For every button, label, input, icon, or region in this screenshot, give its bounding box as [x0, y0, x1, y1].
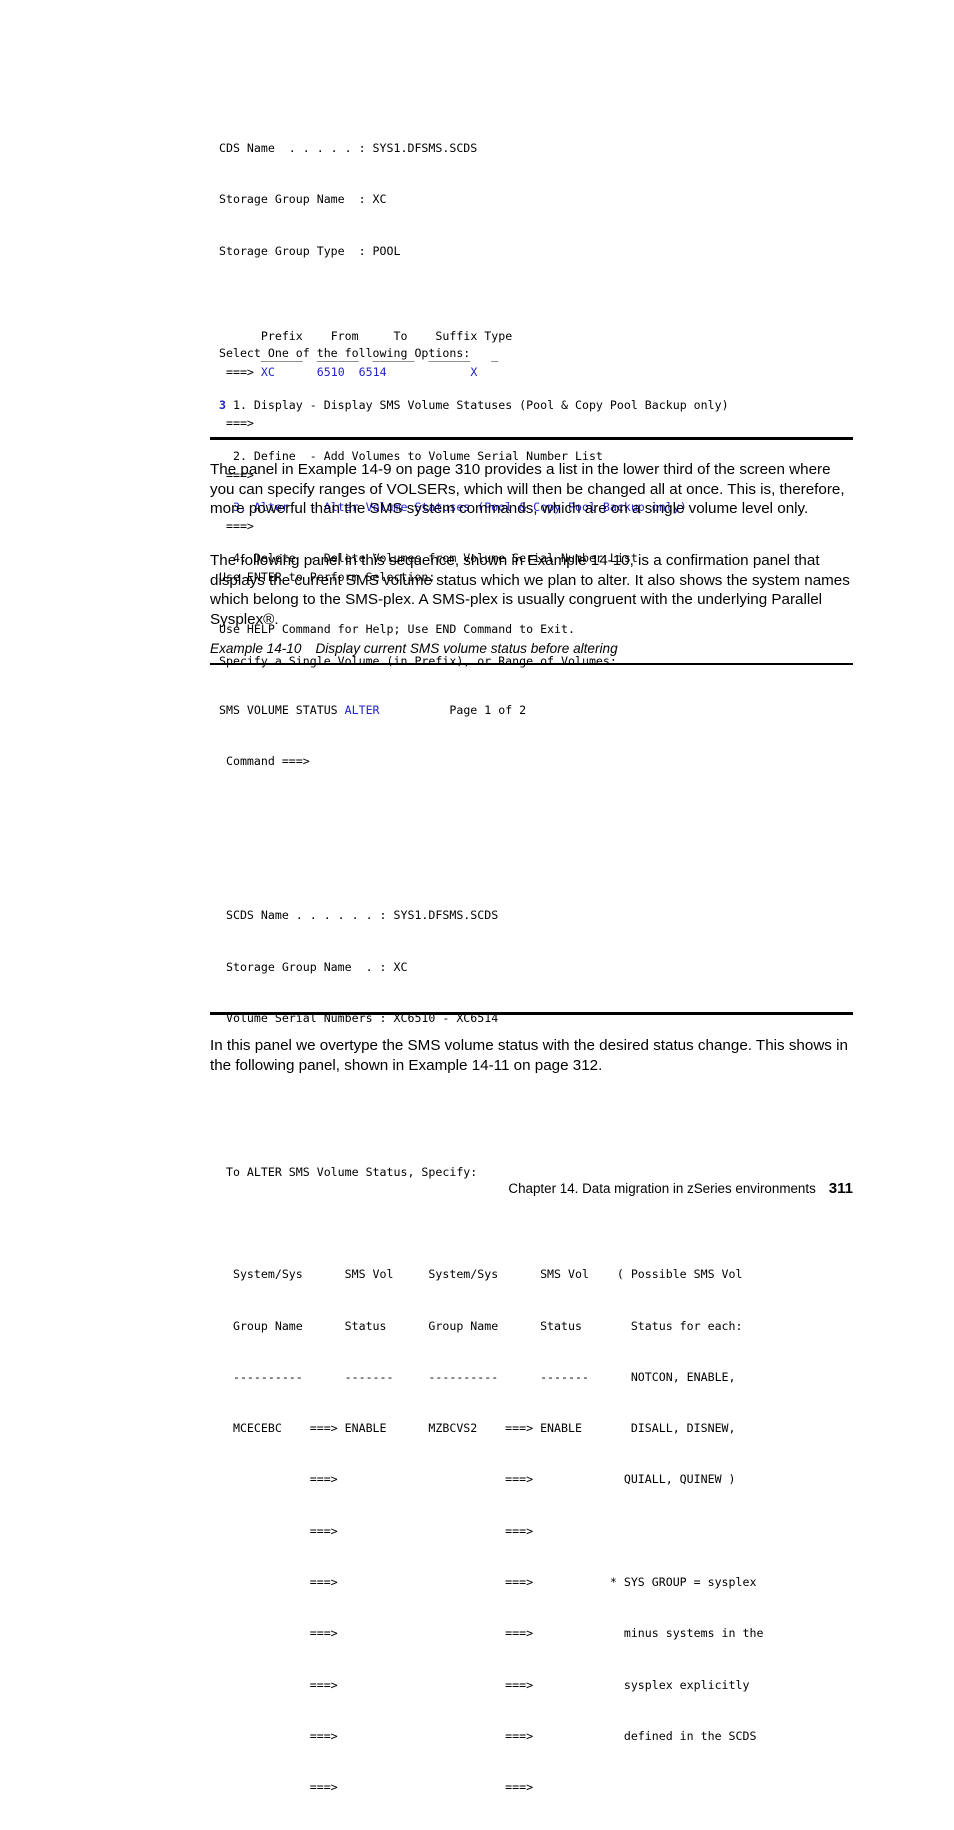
table-row[interactable]: ===> ===> QUIALL, QUINEW ) [219, 1471, 763, 1488]
panel-2-top-rule [210, 663, 853, 665]
entry-row-2[interactable]: ===> [219, 415, 575, 432]
example-caption: Example 14-10 Display current SMS volume … [210, 641, 855, 656]
table-row[interactable]: ===> ===> [219, 1523, 763, 1540]
entry-arrow-icon: ===> [225, 365, 254, 380]
scds-name-line: SCDS Name . . . . . . : SYS1.DFSMS.SCDS [219, 908, 499, 923]
paragraph-two: The following panel in this sequence, sh… [210, 552, 850, 628]
entry-row-1[interactable]: ===> XC 6510 6514 X [219, 364, 575, 381]
storage-group-type-line: Storage Group Type : POOL [219, 243, 401, 258]
footer-chapter-text: Chapter 14. Data migration in zSeries en… [508, 1181, 816, 1196]
panel-2-bottom-rule [210, 1012, 853, 1015]
storage-group-name-line-2: Storage Group Name . : XC [219, 959, 408, 974]
panel-2-title-highlight: ALTER [344, 703, 380, 718]
cds-name-line: CDS Name . . . . . : SYS1.DFSMS.SCDS [219, 141, 478, 156]
panel-2-title: SMS VOLUME STATUS [219, 703, 345, 718]
type-input[interactable]: X [470, 365, 477, 379]
status-table-header-row-1: System/Sys SMS Vol System/Sys SMS Vol ( … [219, 1267, 743, 1282]
paragraph-one: The panel in Example 14-9 on page 310 pr… [210, 461, 845, 518]
table-row[interactable]: MCECEBC ===> ENABLE MZBCVS2 ===> ENABLE … [219, 1420, 763, 1437]
entry-row-4[interactable]: ===> [219, 518, 575, 535]
panel-1-bottom-rule [210, 437, 853, 440]
from-input[interactable]: 6510 [317, 365, 345, 379]
page-indicator: Page 1 of 2 [449, 703, 527, 718]
panel-2-title-row: SMS VOLUME STATUS ALTER Page 1 of 2 [219, 702, 763, 719]
table-row[interactable]: ===> ===> minus systems in the [219, 1625, 764, 1642]
prefix-input[interactable]: XC [261, 365, 275, 379]
page-footer: Chapter 14. Data migration in zSeries en… [210, 1180, 853, 1197]
example-caption-label: Example 14-10 [210, 641, 302, 656]
paragraph-three: In this panel we overtype the SMS volume… [210, 1037, 848, 1074]
table-row[interactable]: ===> ===> * SYS GROUP = sysplex [219, 1574, 763, 1591]
storage-group-name-line: Storage Group Name : XC [219, 192, 387, 207]
alter-status-prompt: To ALTER SMS Volume Status, Specify: [219, 1164, 478, 1179]
terminal-panel-confirmation: SMS VOLUME STATUS ALTER Page 1 of 2 Comm… [219, 668, 763, 1830]
table-row[interactable]: ===> ===> sysplex explicitly [219, 1677, 763, 1694]
table-row[interactable]: ===> ===> [219, 1779, 763, 1796]
document-page: CDS Name . . . . . : SYS1.DFSMS.SCDS Sto… [0, 0, 954, 1794]
to-input[interactable]: 6514 [359, 365, 387, 379]
table-row[interactable]: ===> ===> defined in the SCDS [219, 1728, 763, 1745]
status-table-header-row-2: Group Name Status Group Name Status Stat… [219, 1318, 743, 1333]
footer-page-number: 311 [828, 1180, 853, 1197]
status-table-divider-row: ---------- ------- ---------- ------- NO… [219, 1369, 736, 1384]
example-caption-title: Display current SMS volume status before… [315, 641, 618, 656]
command-line[interactable]: Command ===> [219, 753, 763, 770]
